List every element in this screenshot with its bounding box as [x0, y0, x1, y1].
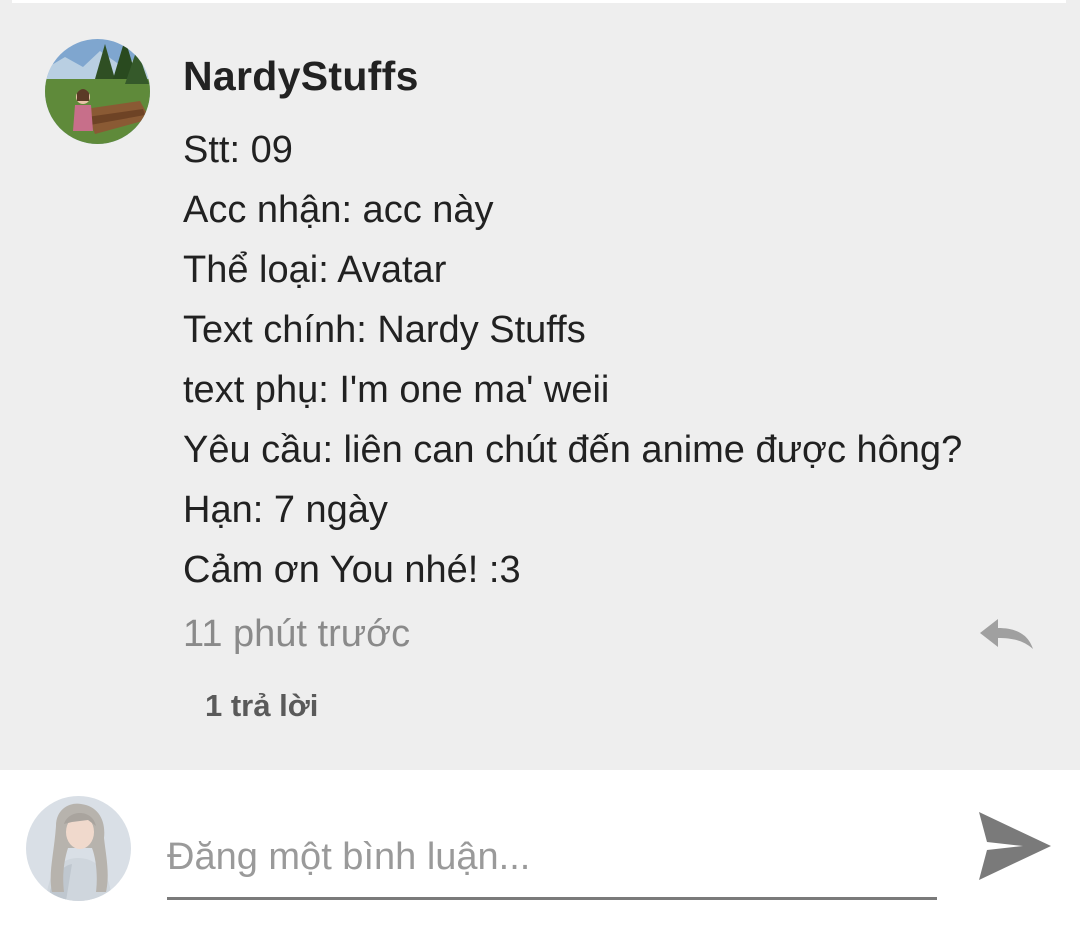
send-icon[interactable] — [975, 810, 1053, 882]
comment-line: Yêu cầu: liên can chút đến anime được hô… — [183, 429, 963, 471]
comment-body: Stt: 09 Acc nhận: acc này Thể loại: Avat… — [183, 125, 962, 605]
comment-card: NardyStuffs Stt: 09 Acc nhận: acc này Th… — [0, 3, 1080, 770]
landscape-photo-avatar-icon — [45, 39, 150, 144]
comment-line: Hạn: 7 ngày — [183, 489, 388, 531]
user-photo-avatar-icon — [26, 796, 131, 901]
reply-arrow-icon[interactable] — [976, 617, 1036, 653]
compose-bar — [0, 770, 1080, 926]
commenter-avatar[interactable] — [45, 39, 150, 144]
comment-timestamp: 11 phút trước — [183, 613, 411, 655]
comment-input[interactable] — [167, 818, 937, 900]
current-user-avatar[interactable] — [26, 796, 131, 901]
comment-line: Acc nhận: acc này — [183, 189, 494, 231]
comment-line: text phụ: I'm one ma' weii — [183, 369, 610, 411]
comment-line: Thể loại: Avatar — [183, 249, 447, 291]
comment-line: Cảm ơn You nhé! :3 — [183, 549, 521, 591]
comment-line: Text chính: Nardy Stuffs — [183, 309, 586, 351]
comment-line: Stt: 09 — [183, 129, 293, 171]
comment-username[interactable]: NardyStuffs — [183, 53, 419, 100]
view-replies-link[interactable]: 1 trả lời — [205, 688, 318, 724]
